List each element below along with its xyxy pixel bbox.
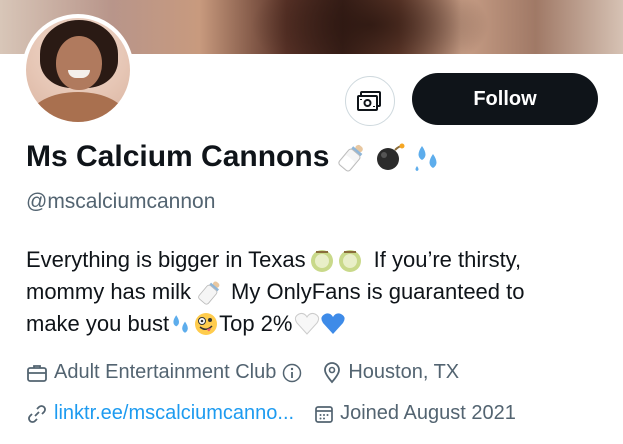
location-pin-icon	[322, 361, 342, 384]
baby-bottle-emoji	[337, 142, 367, 172]
display-name: Ms Calcium Cannons	[26, 140, 330, 173]
blue-heart-emoji	[320, 312, 346, 336]
zany-face-emoji	[193, 311, 219, 337]
joined-item: Joined August 2021	[314, 402, 516, 425]
subscribe-button[interactable]	[345, 76, 395, 126]
location-item: Houston, TX	[322, 361, 459, 384]
sweat-droplets-emoji	[413, 142, 443, 172]
profile-name-row: Ms Calcium Cannons	[26, 140, 443, 174]
briefcase-icon	[26, 363, 48, 383]
follow-button[interactable]: Follow	[412, 73, 598, 125]
money-icon	[357, 90, 383, 112]
bio-line-2: mommy has milk My OnlyFans is guaranteed…	[26, 279, 525, 305]
link-icon	[26, 403, 48, 425]
baby-bottle-emoji	[197, 279, 223, 305]
bio-line-1: Everything is bigger in Texas If you’re …	[26, 247, 522, 273]
meta-row-2: linktr.ee/mscalciumcanno... Joined Augus…	[26, 402, 536, 425]
profile-link[interactable]: linktr.ee/mscalciumcanno...	[54, 402, 294, 425]
link-item[interactable]: linktr.ee/mscalciumcanno...	[26, 402, 294, 425]
bio-line-3: make you bust Top 2%	[26, 308, 606, 340]
location-label: Houston, TX	[348, 361, 460, 383]
category-item: Adult Entertainment Club	[26, 361, 302, 384]
white-heart-emoji	[294, 312, 320, 336]
sweat-droplets-emoji	[169, 312, 193, 336]
meta-row-1: Adult Entertainment Club Houston, TX	[26, 361, 479, 384]
handle: @mscalciumcannon	[26, 190, 216, 213]
calendar-icon	[314, 404, 334, 424]
bomb-emoji	[375, 142, 405, 172]
avatar[interactable]	[22, 14, 134, 126]
bio: Everything is bigger in Texas If you’re …	[26, 244, 606, 340]
coconut-emoji	[336, 247, 364, 273]
coconut-emoji	[308, 247, 336, 273]
joined-label: Joined August 2021	[340, 402, 516, 424]
info-icon[interactable]	[282, 363, 302, 383]
category-label: Adult Entertainment Club	[54, 361, 277, 383]
